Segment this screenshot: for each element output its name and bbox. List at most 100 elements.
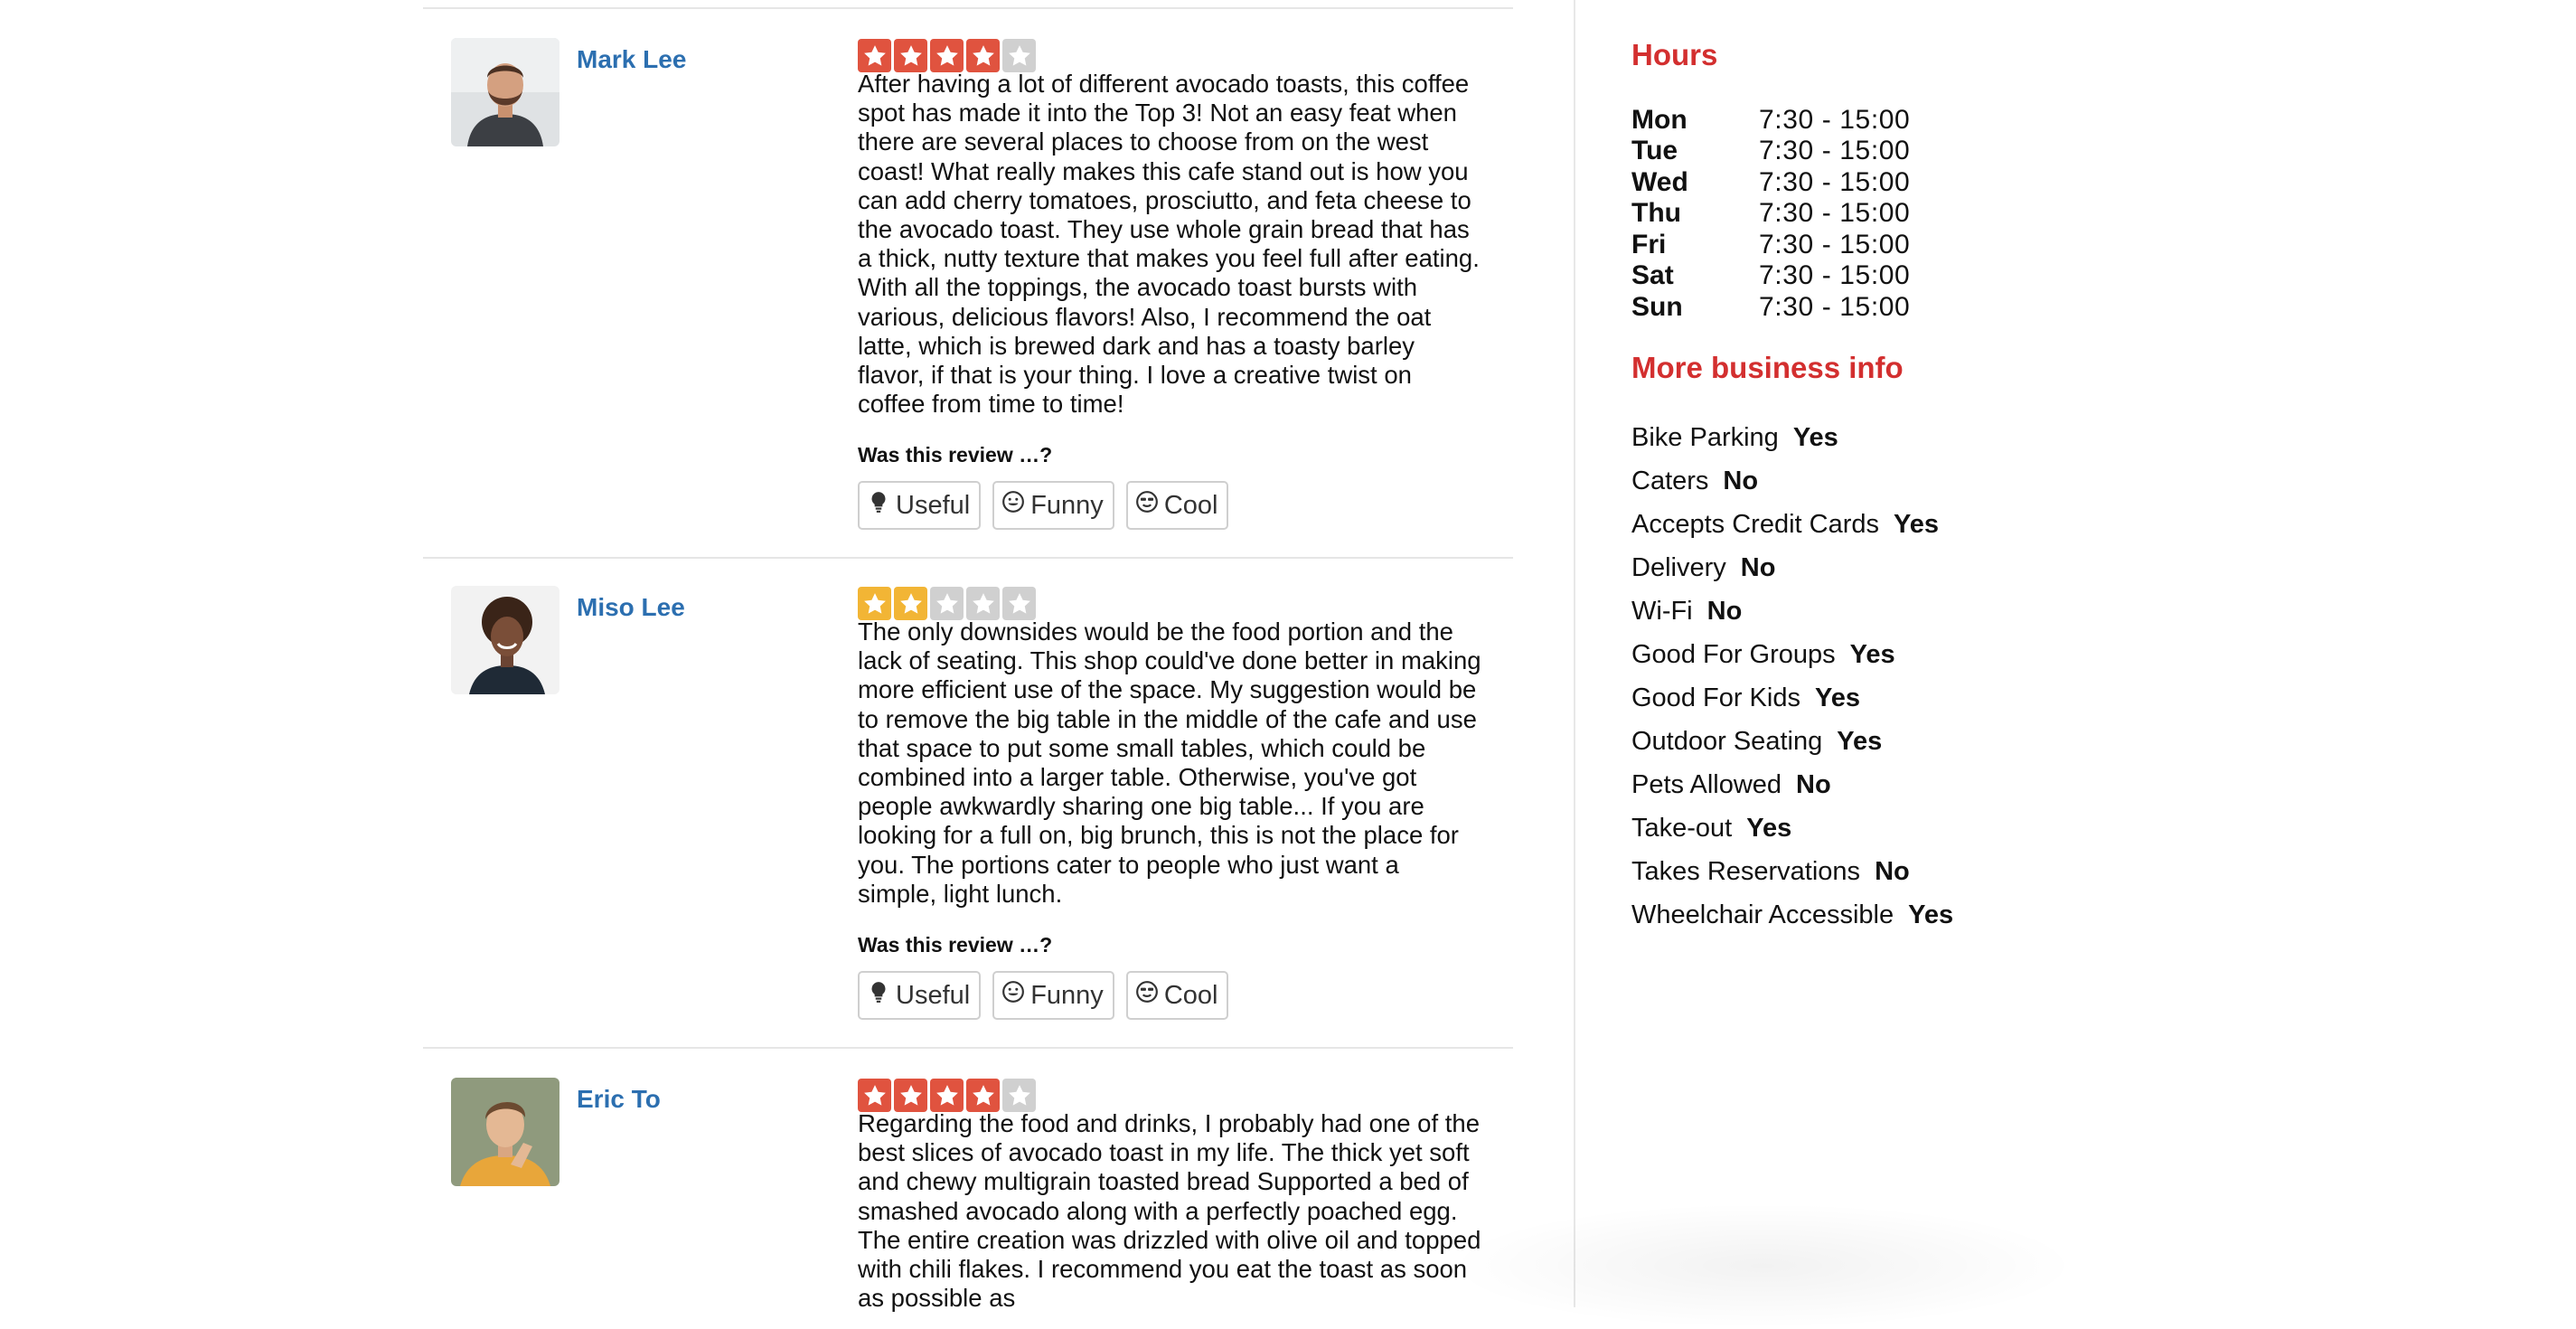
review-item: Miso Lee The only downsides would be the…	[423, 557, 1513, 1047]
funny-label: Funny	[1030, 490, 1104, 520]
star-empty-icon	[966, 587, 1000, 620]
star-empty-icon	[1002, 39, 1036, 72]
star-rating	[858, 1079, 1036, 1112]
star-filled-icon	[966, 1079, 1000, 1112]
info-value: Yes	[1894, 509, 1939, 539]
smiley-icon	[1001, 490, 1025, 521]
lightbulb-icon	[867, 490, 890, 521]
info-label: Good For Kids	[1631, 683, 1800, 712]
review-text: Regarding the food and drinks, I probabl…	[858, 1109, 1481, 1313]
avatar[interactable]	[451, 1078, 559, 1186]
useful-label: Useful	[896, 490, 971, 520]
funny-label: Funny	[1030, 980, 1104, 1010]
star-empty-icon	[1002, 1079, 1036, 1112]
review-question: Was this review …?	[858, 933, 1053, 957]
funny-button[interactable]: Funny	[992, 971, 1114, 1020]
star-filled-icon	[894, 39, 927, 72]
info-value: No	[1796, 769, 1831, 799]
hours-row: Mon 7:30 - 15:00	[1631, 105, 1910, 136]
cool-button[interactable]: Cool	[1125, 971, 1229, 1020]
star-filled-icon	[894, 587, 927, 620]
reviews-list: Mark Lee After having a lot of different…	[423, 7, 1513, 1313]
info-row: Wheelchair Accessible Yes	[1631, 897, 1953, 933]
review-question: Was this review …?	[858, 443, 1053, 467]
cool-button[interactable]: Cool	[1125, 481, 1229, 530]
hours-time: 7:30 - 15:00	[1759, 105, 1911, 135]
star-filled-icon	[894, 1079, 927, 1112]
star-rating	[858, 587, 1036, 620]
avatar[interactable]	[451, 38, 559, 146]
useful-button[interactable]: Useful	[858, 971, 982, 1020]
author-name[interactable]: Mark Lee	[577, 45, 686, 74]
info-value: Yes	[1908, 900, 1954, 929]
hours-time: 7:30 - 15:00	[1759, 260, 1911, 290]
star-empty-icon	[930, 587, 964, 620]
star-filled-icon	[858, 1079, 891, 1112]
hours-row: Sun 7:30 - 15:00	[1631, 292, 1910, 323]
hours-day: Mon	[1631, 105, 1688, 135]
hours-day: Sun	[1631, 292, 1683, 322]
info-label: Pets Allowed	[1631, 769, 1782, 799]
vote-buttons: Useful Funny Cool	[858, 971, 1229, 1020]
star-filled-icon	[858, 39, 891, 72]
info-label: Accepts Credit Cards	[1631, 509, 1879, 539]
info-row: Accepts Credit Cards Yes	[1631, 506, 1939, 542]
hours-heading: Hours	[1631, 38, 1718, 71]
vote-buttons: Useful Funny Cool	[858, 481, 1229, 530]
review-item: Eric To Regarding the food and drinks, I…	[423, 1047, 1513, 1313]
hours-time: 7:30 - 15:00	[1759, 136, 1911, 165]
info-value: Yes	[1849, 639, 1895, 669]
info-value: No	[1723, 466, 1759, 495]
info-row: Good For Groups Yes	[1631, 636, 1895, 673]
info-value: Yes	[1814, 683, 1860, 712]
info-label: Wheelchair Accessible	[1631, 900, 1894, 929]
info-row: Good For Kids Yes	[1631, 680, 1860, 716]
info-row: Take-out Yes	[1631, 810, 1791, 846]
star-filled-icon	[966, 39, 1000, 72]
info-label: Good For Groups	[1631, 639, 1836, 669]
info-row: Outdoor Seating Yes	[1631, 723, 1882, 759]
star-empty-icon	[1002, 587, 1036, 620]
avatar[interactable]	[451, 586, 559, 694]
smiley-icon	[1001, 980, 1025, 1011]
business-page: Mark Lee After having a lot of different…	[0, 0, 2576, 1329]
author-name[interactable]: Eric To	[577, 1085, 661, 1114]
hours-time: 7:30 - 15:00	[1759, 292, 1911, 322]
info-label: Delivery	[1631, 552, 1726, 582]
info-value: Yes	[1792, 422, 1838, 452]
star-rating	[858, 39, 1036, 72]
hours-day: Sat	[1631, 260, 1674, 290]
cool-face-icon	[1135, 980, 1159, 1011]
review-text: The only downsides would be the food por…	[858, 617, 1481, 908]
info-label: Wi-Fi	[1631, 596, 1693, 626]
info-label: Outdoor Seating	[1631, 726, 1823, 756]
star-filled-icon	[930, 39, 964, 72]
info-row: Delivery No	[1631, 550, 1775, 586]
column-divider	[1574, 0, 1575, 1307]
info-label: Caters	[1631, 466, 1709, 495]
hours-row: Thu 7:30 - 15:00	[1631, 198, 1910, 229]
hours-day: Fri	[1631, 230, 1667, 259]
funny-button[interactable]: Funny	[992, 481, 1114, 530]
useful-label: Useful	[896, 980, 971, 1010]
info-value: No	[1706, 596, 1743, 626]
hours-row: Fri 7:30 - 15:00	[1631, 230, 1910, 260]
hours-row: Tue 7:30 - 15:00	[1631, 136, 1910, 166]
review-text: After having a lot of different avocado …	[858, 70, 1480, 419]
scroll-shadow	[1446, 1202, 2079, 1329]
hours-time: 7:30 - 15:00	[1759, 198, 1911, 228]
hours-day: Wed	[1631, 167, 1688, 197]
info-row: Takes Reservations No	[1631, 853, 1910, 890]
info-row: Wi-Fi No	[1631, 593, 1742, 629]
info-value: Yes	[1746, 813, 1792, 843]
cool-label: Cool	[1163, 490, 1218, 520]
info-row: Bike Parking Yes	[1631, 419, 1838, 456]
author-name[interactable]: Miso Lee	[577, 593, 685, 622]
hours-row: Wed 7:30 - 15:00	[1631, 167, 1910, 198]
useful-button[interactable]: Useful	[858, 481, 982, 530]
hours-day: Thu	[1631, 198, 1681, 228]
hours-time: 7:30 - 15:00	[1759, 230, 1911, 259]
hours-time: 7:30 - 15:00	[1759, 167, 1911, 197]
business-info-heading: More business info	[1631, 351, 1904, 384]
info-label: Bike Parking	[1631, 422, 1779, 452]
